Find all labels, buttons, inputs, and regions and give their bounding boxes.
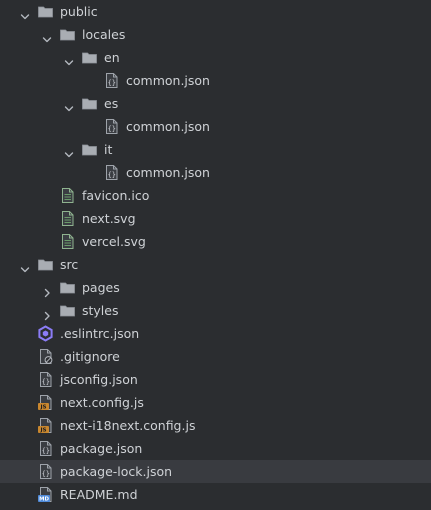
tree-folder-row[interactable]: styles [0,299,431,322]
svg-text:JS: JS [39,428,46,434]
tree-file-row[interactable]: next.svg [0,207,431,230]
chevron-down-icon[interactable] [42,29,52,43]
svg-text:{}: {} [42,470,50,478]
tree-item-label: src [60,257,79,272]
tree-item-label: it [104,142,113,157]
svg-text:MD: MD [39,497,49,503]
svg-text:{}: {} [108,125,116,133]
tree-folder-row[interactable]: es [0,92,431,115]
tree-file-row[interactable]: .eslintrc.json [0,322,431,345]
markdown-file-icon: MD [37,486,54,503]
tree-folder-row[interactable]: public [0,0,431,23]
json-file-icon: {} [103,164,120,181]
javascript-file-icon: JS [37,417,54,434]
tree-item-label: public [60,4,98,19]
tree-item-label: styles [82,303,119,318]
json-file-icon: {} [103,118,120,135]
tree-item-label: jsconfig.json [60,372,138,387]
eslint-icon [37,325,54,342]
svg-text:{}: {} [42,378,50,386]
tree-item-label: common.json [126,119,210,134]
folder-icon [59,279,76,296]
tree-item-label: locales [82,27,126,42]
tree-item-label: favicon.ico [82,188,150,203]
chevron-right-icon[interactable] [42,282,52,298]
tree-folder-row[interactable]: en [0,46,431,69]
tree-item-label: en [104,50,120,65]
chevron-down-icon[interactable] [64,144,74,158]
tree-item-label: README.md [60,487,138,502]
tree-item-label: .gitignore [60,349,120,364]
tree-item-label: next.config.js [60,395,144,410]
folder-icon [81,95,98,112]
chevron-down-icon[interactable] [20,259,30,273]
tree-item-label: next.svg [82,211,136,226]
tree-item-label: pages [82,280,120,295]
tree-folder-row[interactable]: src [0,253,431,276]
tree-item-label: common.json [126,165,210,180]
tree-item-label: .eslintrc.json [60,326,140,341]
tree-folder-row[interactable]: pages [0,276,431,299]
tree-file-row[interactable]: {} common.json [0,161,431,184]
chevron-down-icon[interactable] [20,6,30,20]
tree-file-row[interactable]: {} common.json [0,115,431,138]
folder-icon [81,49,98,66]
folder-icon [81,141,98,158]
text-file-icon [59,187,76,204]
tree-file-row[interactable]: MD README.md [0,483,431,506]
folder-icon [59,302,76,319]
tree-folder-row[interactable]: locales [0,23,431,46]
json-file-icon: {} [37,371,54,388]
tree-item-label: package-lock.json [60,464,173,479]
json-file-icon: {} [37,463,54,480]
svg-text:{}: {} [108,171,116,179]
tree-file-row[interactable]: {} package-lock.json [0,460,431,483]
tree-file-row[interactable]: favicon.ico [0,184,431,207]
svg-text:{}: {} [42,447,50,455]
tree-file-row[interactable]: JS next.config.js [0,391,431,414]
tree-item-label: package.json [60,441,143,456]
tree-file-row[interactable]: {} jsconfig.json [0,368,431,391]
tree-file-row[interactable]: .gitignore [0,345,431,368]
gitignore-file-icon [37,348,54,365]
folder-icon [37,256,54,273]
svg-text:JS: JS [39,405,46,411]
tree-folder-row[interactable]: it [0,138,431,161]
svg-text:{}: {} [108,79,116,87]
chevron-down-icon[interactable] [64,52,74,66]
text-file-icon [59,233,76,250]
tree-file-row[interactable]: vercel.svg [0,230,431,253]
tree-file-row[interactable]: {} package.json [0,437,431,460]
json-file-icon: {} [103,72,120,89]
javascript-file-icon: JS [37,394,54,411]
tree-item-label: common.json [126,73,210,88]
chevron-down-icon[interactable] [64,98,74,112]
text-file-icon [59,210,76,227]
tree-file-row[interactable]: JS next-i18next.config.js [0,414,431,437]
folder-icon [37,3,54,20]
tree-item-label: es [104,96,119,111]
tree-item-label: vercel.svg [82,234,146,249]
tree-file-row[interactable]: {} common.json [0,69,431,92]
tree-item-label: next-i18next.config.js [60,418,196,433]
json-file-icon: {} [37,440,54,457]
project-file-tree: public locales en {} common.json es {} common.j… [0,0,431,504]
chevron-right-icon[interactable] [42,305,52,321]
folder-icon [59,26,76,43]
